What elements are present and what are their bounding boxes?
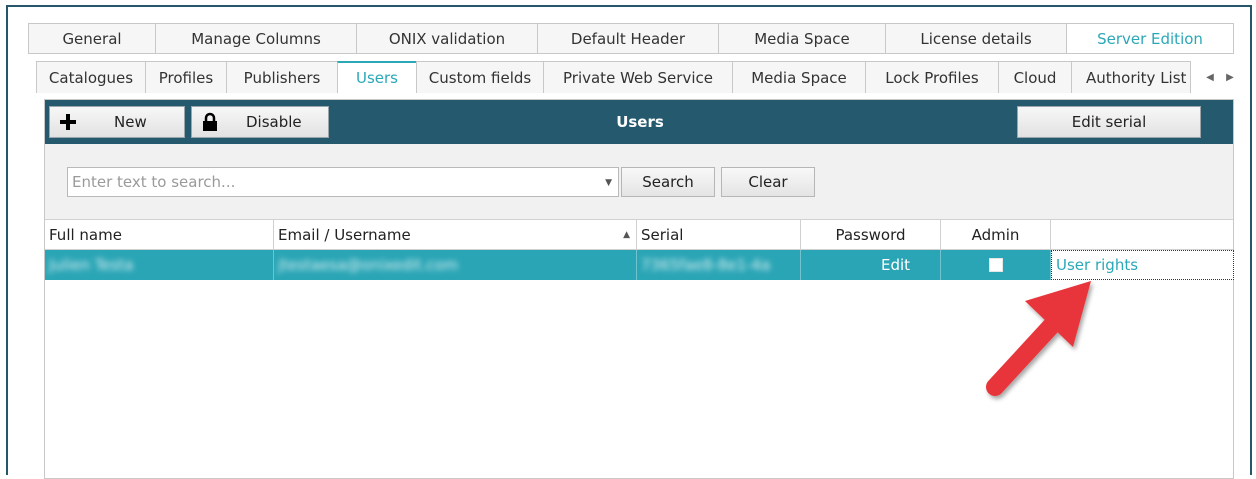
serial-value: 7365fae8-8e1-4a [641,256,771,274]
cell-serial: 7365fae8-8e1-4a [637,250,801,280]
scroll-right-icon[interactable]: ▶ [1226,72,1234,83]
tab-custom-fields[interactable]: Custom fields [416,61,544,93]
tab-row-divider [28,53,1234,54]
cell-email: jtestaesa@onixedit.com [274,250,637,280]
annotation-arrow-icon [986,281,1091,396]
cell-password[interactable]: Edit [801,250,941,280]
col-serial[interactable]: Serial [637,220,801,250]
scroll-left-icon[interactable]: ◀ [1206,72,1214,83]
dropdown-arrow-icon[interactable]: ▼ [605,178,612,188]
tab-manage-columns[interactable]: Manage Columns [155,23,357,53]
email-value: jtestaesa@onixedit.com [278,256,459,274]
sort-ascending-icon: ▲ [623,230,630,240]
col-email-label: Email / Username [278,226,411,244]
tab-catalogues[interactable]: Catalogues [36,61,146,93]
col-password[interactable]: Password [801,220,941,250]
tab-license-details[interactable]: License details [885,23,1067,53]
settings-window: General Manage Columns ONIX validation D… [6,5,1252,479]
search-button-label: Search [642,173,694,191]
tab-media-space[interactable]: Media Space [718,23,886,53]
tab-row-secondary: Catalogues Profiles Publishers Users Cus… [36,61,1191,93]
tab-private-web-service[interactable]: Private Web Service [543,61,733,93]
tab-publishers[interactable]: Publishers [226,61,338,93]
search-button[interactable]: Search [621,167,715,197]
col-admin[interactable]: Admin [941,220,1051,250]
tab-default-header[interactable]: Default Header [537,23,719,53]
col-serial-label: Serial [641,226,684,244]
tab-row-primary: General Manage Columns ONIX validation D… [28,23,1234,53]
tab-general[interactable]: General [28,23,156,53]
table-row[interactable]: Julien Testa jtestaesa@onixedit.com 7365… [45,250,1051,280]
users-toolbar: New Disable Users Edit serial [45,100,1233,144]
tab-lock-profiles[interactable]: Lock Profiles [865,61,999,93]
clear-button[interactable]: Clear [721,167,815,197]
col-password-label: Password [835,226,906,244]
edit-serial-label: Edit serial [1071,113,1147,131]
tab-users[interactable]: Users [337,61,417,93]
tab-authority-list[interactable]: Authority List [1071,61,1191,93]
col-email[interactable]: Email / Username ▲ [274,220,637,250]
col-rights [1051,220,1233,250]
col-admin-label: Admin [971,226,1020,244]
cell-full-name: Julien Testa [45,250,274,280]
new-label: New [114,113,147,131]
tab-cloud[interactable]: Cloud [998,61,1072,93]
search-placeholder: Enter text to search... [72,173,236,191]
search-input[interactable]: Enter text to search... ▼ [67,167,619,197]
tab-media-space-2[interactable]: Media Space [732,61,866,93]
tab-profiles[interactable]: Profiles [145,61,227,93]
lock-icon [192,112,228,132]
users-title: Users [616,113,664,131]
tab-server-edition[interactable]: Server Edition [1066,23,1234,53]
col-full-name-label: Full name [49,226,122,244]
tab-scroll-arrows: ◀ ▶ [1200,63,1240,91]
col-full-name[interactable]: Full name [45,220,274,250]
edit-serial-button[interactable]: Edit serial [1017,106,1201,138]
clear-button-label: Clear [748,173,788,191]
tab-onix-validation[interactable]: ONIX validation [356,23,538,53]
disable-label: Disable [246,113,302,131]
full-name-value: Julien Testa [49,256,134,274]
search-bar: Enter text to search... ▼ Search Clear [45,144,1233,220]
grid-header: Full name Email / Username ▲ Serial Pass… [45,220,1233,250]
new-button[interactable]: New [49,106,185,138]
disable-button[interactable]: Disable [191,106,329,138]
plus-icon [50,113,86,131]
password-edit-link[interactable]: Edit [881,256,910,274]
